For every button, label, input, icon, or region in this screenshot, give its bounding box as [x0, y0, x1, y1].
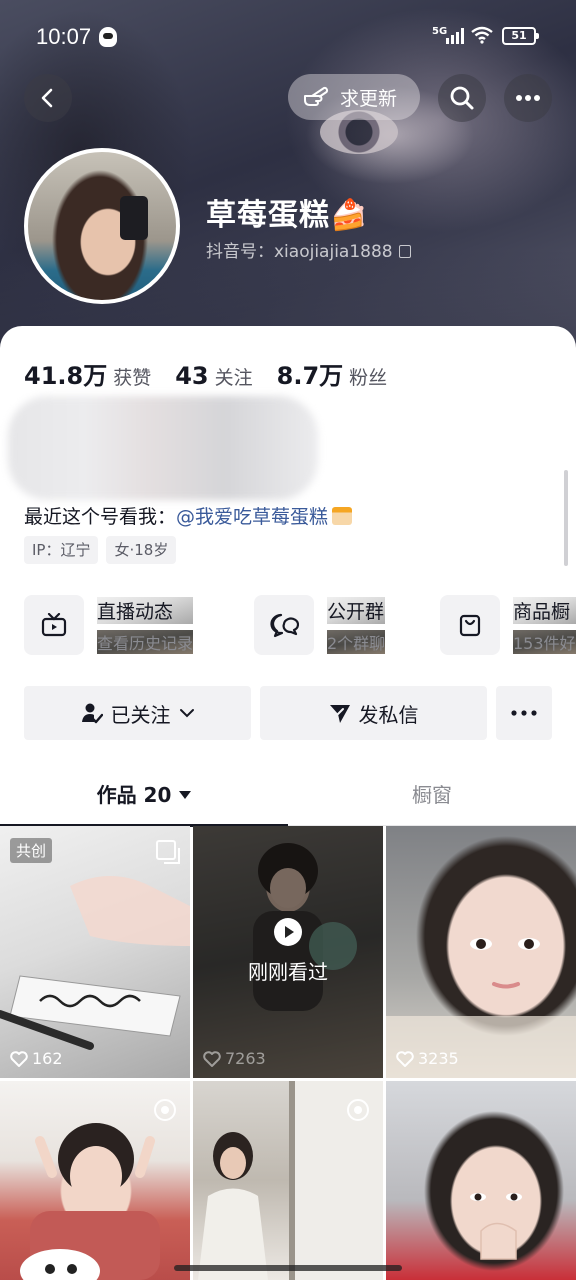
profile-nickname: 草莓蛋糕🍰 — [206, 198, 369, 233]
chat-group-icon — [270, 613, 299, 638]
home-indicator[interactable] — [174, 1265, 402, 1271]
stat-label: 获赞 — [113, 367, 152, 389]
tab-works[interactable]: 作品 20 — [0, 770, 288, 827]
caret-down-icon — [179, 791, 192, 799]
status-bar: 10:07 5G 51 — [0, 0, 576, 72]
more-dots-icon — [511, 710, 537, 716]
video-thumbnail — [0, 876, 190, 1050]
more-actions-button[interactable] — [496, 686, 552, 740]
service-title: 商品橱 — [513, 596, 576, 624]
heart-icon — [203, 1050, 221, 1067]
video-grid: 共创 162 刚刚看过 7263 3235 — [0, 826, 576, 1280]
network-type: 5G — [432, 26, 448, 37]
back-button[interactable] — [24, 74, 72, 122]
pointing-hand-icon — [304, 86, 329, 106]
tab-works-label: 作品 20 — [96, 783, 172, 807]
video-likes-count: 3235 — [418, 1049, 459, 1068]
redacted-region — [8, 396, 318, 500]
video-tile[interactable]: 3235 — [386, 826, 576, 1078]
heart-icon — [10, 1050, 28, 1067]
service-title: 直播动态 — [97, 596, 194, 624]
shop-bag-icon — [459, 614, 481, 637]
followed-label: 已关注 — [110, 702, 171, 727]
video-tile[interactable] — [193, 1081, 383, 1280]
video-likes-count: 162 — [32, 1049, 63, 1068]
cake-icon — [332, 507, 353, 525]
video-likes-count: 7263 — [225, 1049, 266, 1068]
heart-icon — [396, 1050, 414, 1067]
avatar[interactable] — [24, 148, 180, 304]
service-entries: 直播动态 查看历史记录 公开群 2个群聊 商品橱 153件好 — [24, 594, 576, 656]
tv-icon — [41, 613, 67, 637]
recently-watched-overlay: 刚刚看过 — [193, 918, 383, 985]
chevron-left-icon — [41, 88, 53, 108]
scrollbar[interactable] — [564, 470, 568, 566]
signal-icon — [446, 28, 466, 44]
send-message-label: 发私信 — [358, 702, 419, 727]
video-tile[interactable]: 共创 162 — [0, 826, 190, 1078]
video-thumbnail — [470, 1193, 522, 1260]
service-live-history[interactable]: 直播动态 查看历史记录 — [24, 594, 194, 656]
search-button[interactable] — [438, 74, 486, 122]
stat-following[interactable]: 43 关注 — [175, 362, 252, 390]
more-options-button[interactable] — [504, 74, 552, 122]
service-subtitle: 2个群聊 — [327, 629, 386, 654]
stat-label: 关注 — [214, 367, 253, 389]
video-tile[interactable]: 刚刚看过 7263 — [193, 826, 383, 1078]
service-subtitle: 查看历史记录 — [97, 629, 194, 654]
tag-ip-location: IP：辽宁 — [24, 536, 99, 564]
service-public-group[interactable]: 公开群 2个群聊 — [254, 594, 386, 656]
multi-image-icon — [156, 840, 180, 864]
profile-bio: 最近这个号看我：@我爱吃草莓蛋糕 — [24, 502, 353, 529]
video-likes: 162 — [10, 1049, 63, 1068]
co-create-badge: 共创 — [10, 838, 53, 863]
stat-value: 8.7万 — [276, 362, 344, 390]
service-title: 公开群 — [327, 596, 386, 624]
play-icon — [274, 918, 302, 946]
request-update-button[interactable]: 求更新 — [288, 74, 420, 120]
video-thumbnail — [386, 938, 576, 1078]
stat-followers[interactable]: 8.7万 粉丝 — [277, 356, 388, 391]
send-icon — [329, 705, 350, 723]
more-dots-icon — [516, 95, 540, 101]
bio-mention-link[interactable]: @我爱吃草莓蛋糕 — [176, 506, 328, 528]
video-likes: 3235 — [396, 1049, 459, 1068]
tab-showcase[interactable]: 橱窗 — [288, 770, 576, 826]
copy-icon[interactable] — [398, 245, 411, 258]
search-icon — [450, 86, 474, 110]
recently-watched-label: 刚刚看过 — [248, 960, 328, 984]
video-tile[interactable] — [0, 1081, 190, 1280]
send-message-button[interactable]: 发私信 — [260, 686, 487, 740]
service-shop[interactable]: 商品橱 153件好 — [440, 594, 576, 656]
tab-showcase-label: 橱窗 — [412, 783, 452, 807]
douyin-id-row[interactable]: 抖音号：xiaojiajia1888 — [206, 237, 411, 262]
stat-label: 粉丝 — [349, 367, 388, 389]
content-tabs: 作品 20 橱窗 — [0, 770, 576, 827]
qq-notification-icon — [99, 27, 117, 47]
chevron-down-icon — [179, 709, 194, 718]
user-check-icon — [81, 703, 103, 724]
status-time: 10:07 — [36, 24, 92, 49]
live-photo-icon — [347, 1099, 369, 1121]
service-subtitle: 153件好 — [513, 629, 576, 654]
douyin-id: 抖音号：xiaojiajia1888 — [206, 242, 393, 262]
profile-tags: IP：辽宁 女·18岁 — [24, 536, 184, 564]
stat-likes[interactable]: 41.8万 获赞 — [24, 356, 151, 391]
stat-value: 43 — [175, 362, 209, 390]
battery-icon: 51 — [502, 27, 539, 45]
tag-gender-age: 女·18岁 — [106, 536, 177, 564]
profile-stats: 41.8万 获赞 43 关注 8.7万 粉丝 — [24, 356, 411, 391]
request-update-label: 求更新 — [340, 87, 398, 110]
bio-text: 最近这个号看我： — [24, 506, 177, 528]
followed-button[interactable]: 已关注 — [24, 686, 251, 740]
live-photo-icon — [154, 1099, 176, 1121]
stat-value: 41.8万 — [24, 362, 108, 390]
video-tile[interactable] — [386, 1081, 576, 1280]
wifi-icon — [471, 26, 493, 44]
video-likes: 7263 — [203, 1049, 266, 1068]
